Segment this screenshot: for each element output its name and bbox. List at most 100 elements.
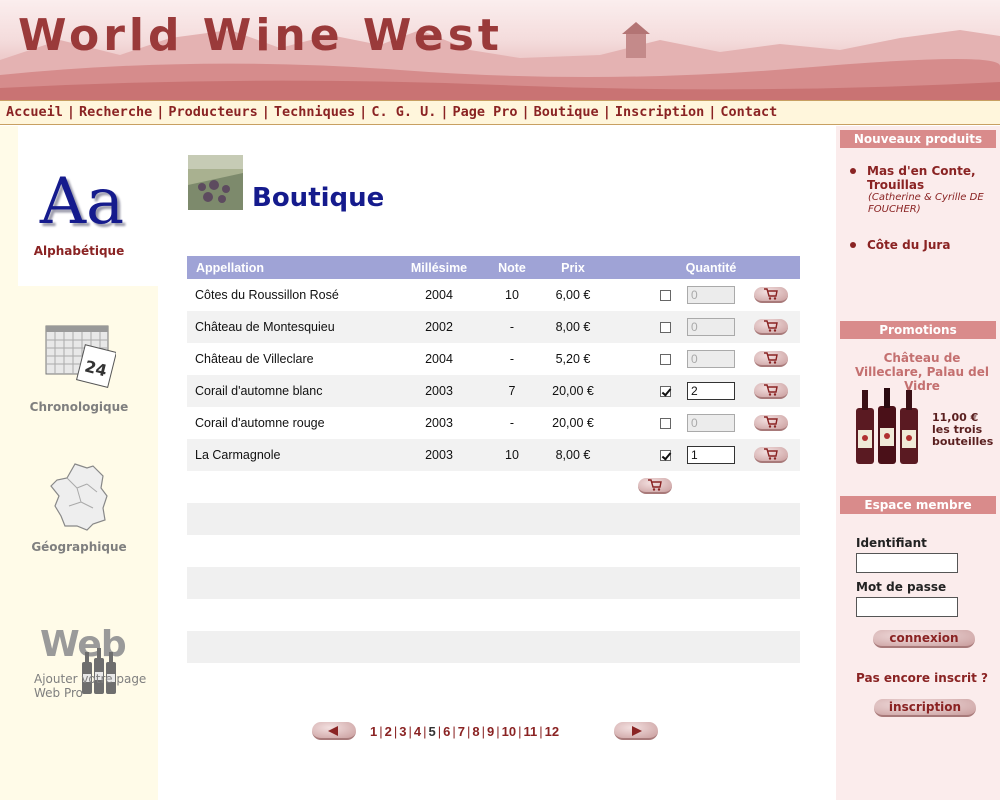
quantity-input[interactable]: 0 [687, 350, 735, 368]
nav-separator: | [602, 104, 611, 120]
inscription-button[interactable]: inscription [874, 699, 976, 717]
promotions-title: Promotions [840, 321, 996, 339]
next-page-button[interactable] [614, 722, 658, 740]
sort-geographique[interactable]: Géographique [0, 462, 158, 554]
add-all-to-cart-button[interactable] [638, 478, 672, 494]
cell-quantite: 0 [681, 279, 741, 311]
page-separator: | [496, 724, 500, 739]
cell-select [601, 279, 681, 311]
select-checkbox[interactable] [660, 322, 671, 334]
arrow-left-icon [328, 726, 338, 736]
new-product-item[interactable]: Mas d'en Conte, Trouillas (Catherine & C… [850, 164, 1000, 216]
nav-producteurs[interactable]: Producteurs [168, 104, 257, 120]
select-checkbox[interactable] [660, 354, 671, 366]
cell-note: 10 [479, 439, 545, 471]
cell-millesime: 2003 [399, 439, 479, 471]
left-sidebar: Aa Alphabétique 24 Chronologique Géograp… [0, 126, 158, 800]
page-separator: | [408, 724, 412, 739]
page-link[interactable]: 5 [429, 724, 436, 739]
table-row: Château de Montesquieu 2002-8,00 € 0 [187, 311, 800, 343]
select-checkbox[interactable] [660, 450, 671, 462]
cell-prix: 6,00 € [555, 288, 591, 302]
page-separator: | [481, 724, 485, 739]
quantity-input[interactable]: 0 [687, 414, 735, 432]
nav-separator: | [440, 104, 449, 120]
products-table: Appellation Millésime Note Prix Quantité… [187, 256, 800, 471]
nav-cgu[interactable]: C. G. U. [371, 104, 436, 120]
new-product-producer: (Catherine & Cyrille DE FOUCHER) [868, 192, 984, 215]
cell-select [601, 375, 681, 407]
france-map-icon [50, 463, 108, 531]
select-checkbox[interactable] [660, 418, 671, 430]
page-separator: | [452, 724, 456, 739]
col-cart [741, 256, 800, 279]
cell-appellation: La Carmagnole [187, 439, 399, 471]
sort-chronologique-label: Chronologique [29, 400, 129, 414]
promo-price-note: les trois bouteilles [932, 423, 994, 448]
new-product-name: Mas d'en Conte, Trouillas [867, 164, 976, 192]
page-separator: | [423, 724, 427, 739]
quantity-input[interactable]: 2 [687, 382, 735, 400]
page-link[interactable]: 2 [385, 724, 392, 739]
cart-icon [763, 416, 778, 428]
page-separator: | [539, 724, 543, 739]
add-to-cart-button[interactable] [753, 447, 788, 463]
page-numbers: 1 | 2 | 3 | 4 | 5 | 6 | 7 | 8 | 9 | 10 | 11 | 12 [370, 724, 559, 739]
nav-contact[interactable]: Contact [720, 104, 777, 120]
quantity-input[interactable]: 0 [687, 318, 735, 336]
new-product-item[interactable]: Côte du Jura [850, 238, 1000, 252]
page-link[interactable]: 7 [458, 724, 465, 739]
password-input[interactable] [856, 597, 958, 617]
nav-inscription[interactable]: Inscription [615, 104, 704, 120]
nav-page-pro[interactable]: Page Pro [452, 104, 517, 120]
prev-page-button[interactable] [312, 722, 356, 740]
sort-alphabetique[interactable]: Aa Alphabétique [0, 166, 158, 258]
add-to-cart-button[interactable] [753, 287, 788, 303]
table-row: Corail d'automne blanc 2003 7 20,00 € 2 [187, 375, 800, 407]
nav-recherche[interactable]: Recherche [79, 104, 152, 120]
main-nav: Accueil | Recherche | Producteurs | Techniques… [0, 100, 1000, 125]
nav-accueil[interactable]: Accueil [6, 104, 63, 120]
cart-icon [763, 320, 778, 332]
page-link[interactable]: 11 [523, 724, 537, 739]
page-link[interactable]: 10 [502, 724, 516, 739]
calendar-icon: 24 [45, 325, 117, 389]
quantity-input[interactable]: 0 [687, 286, 735, 304]
connexion-button[interactable]: connexion [873, 630, 975, 648]
add-to-cart-button[interactable] [753, 351, 788, 367]
col-millesime: Millésime [399, 256, 479, 279]
login-input[interactable] [856, 553, 958, 573]
nav-techniques[interactable]: Techniques [274, 104, 355, 120]
page-title: Boutique [252, 183, 385, 213]
add-to-cart-button[interactable] [753, 319, 788, 335]
table-row: Corail d'automne rouge 2003 - 20,00 € 0 [187, 407, 800, 439]
select-checkbox[interactable] [660, 386, 671, 398]
quantity-input[interactable]: 1 [687, 446, 735, 464]
alphabet-icon: Aa [39, 165, 125, 239]
cell-select [601, 311, 681, 343]
col-prix: Prix [545, 256, 601, 279]
cell-prix: 20,00 € [545, 375, 601, 407]
cell-select [601, 407, 681, 439]
bullet-icon [850, 242, 856, 248]
add-to-cart-button[interactable] [753, 383, 788, 399]
empty-row [187, 567, 800, 599]
select-checkbox[interactable] [660, 290, 671, 302]
cell-millesime: 2004 [425, 352, 453, 366]
site-title: World Wine West [18, 10, 503, 61]
page-link[interactable]: 12 [545, 724, 559, 739]
cart-icon [648, 479, 662, 491]
promo-price-block: 11,00 € les trois bouteilles [932, 412, 994, 448]
cell-millesime: 2002 [399, 311, 479, 343]
cell-cart [741, 343, 800, 375]
empty-row [187, 503, 800, 535]
add-to-cart-button[interactable] [753, 415, 788, 431]
nav-boutique[interactable]: Boutique [534, 104, 599, 120]
col-appellation: Appellation [187, 256, 399, 279]
sort-chronologique[interactable]: 24 Chronologique [0, 322, 158, 414]
page-link[interactable]: 8 [472, 724, 479, 739]
cell-prix: 20,00 € [552, 416, 594, 430]
right-sidebar: Nouveaux produits Mas d'en Conte, Trouil… [836, 126, 1000, 800]
bullet-icon [850, 168, 856, 174]
cell-appellation: Corail d'automne blanc [187, 375, 399, 407]
